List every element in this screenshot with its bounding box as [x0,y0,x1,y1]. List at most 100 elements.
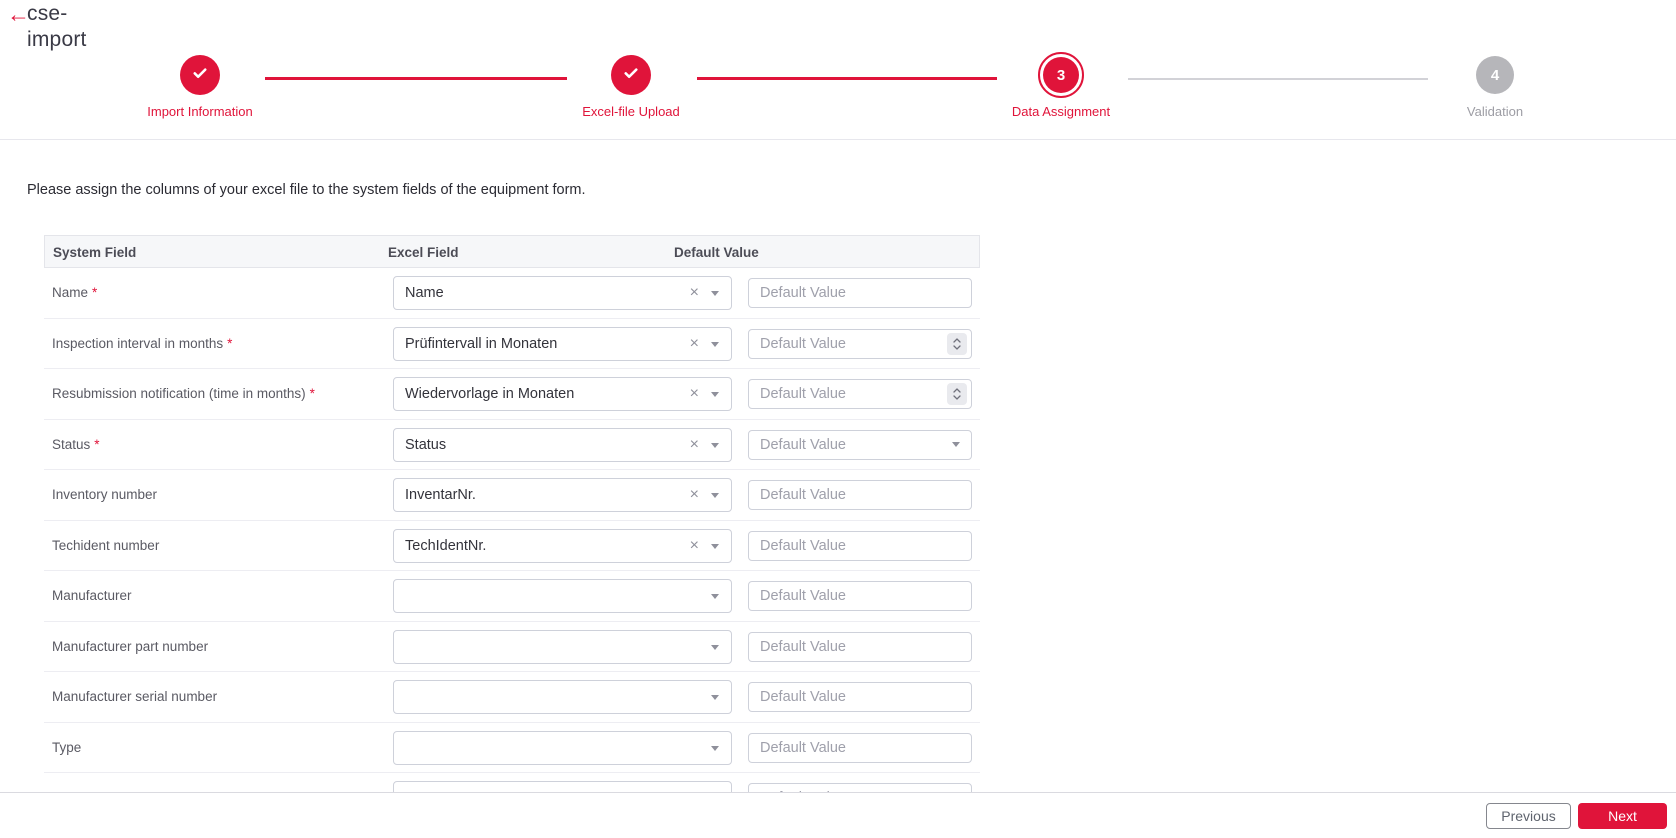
default-value-cell [748,581,972,611]
system-field-cell: Status * [52,420,100,470]
check-icon [622,64,640,87]
column-header-system-field: System Field [53,245,137,260]
excel-field-select[interactable]: Status × [393,427,732,462]
check-icon [191,64,209,87]
excel-field-select[interactable]: × [393,680,732,714]
chevron-down-icon [711,644,719,650]
clear-icon[interactable]: × [686,328,703,359]
default-value-cell [748,530,972,561]
system-field-label: Manufacturer [52,588,132,604]
excel-field-selected-value: Wiedervorlage in Monaten [405,386,575,402]
table-row: Manufacturer serial number × [44,672,980,723]
system-field-label: Manufacturer serial number [52,689,218,705]
default-value-input[interactable] [748,530,972,561]
table-row: Status * Status × [44,420,980,470]
chevron-down-icon [711,695,719,700]
system-field-label: Techident number [52,537,160,553]
default-value-input[interactable] [748,379,972,409]
default-value-cell [748,682,972,712]
chevron-down-icon [711,392,719,397]
previous-button[interactable]: Previous [1486,803,1571,829]
excel-field-select[interactable]: InventarNr. × [393,478,732,512]
default-value-cell [748,631,972,662]
excel-field-selected-value: Status [405,436,447,453]
default-value-input[interactable] [748,480,972,510]
system-field-cell: Resubmission notification (time in month… [52,369,315,419]
step-2-circle[interactable] [611,55,651,95]
clear-icon[interactable]: × [686,378,703,409]
excel-field-select[interactable]: TechIdentNr. × [393,528,732,563]
excel-field-select[interactable]: Name × [393,276,732,310]
step-2-label: Excel-file Upload [582,104,680,119]
step-3-number: 3 [1043,57,1079,93]
system-field-label: Manufacturer part number [52,638,209,654]
table-row: Resubmission notification (time in month… [44,369,980,420]
clear-icon[interactable]: × [686,277,703,308]
excel-field-selected-value: TechIdentNr. [405,537,487,554]
default-value-input[interactable] [748,429,972,460]
table-row: × [44,773,980,792]
number-spinner[interactable] [947,332,967,355]
number-spinner[interactable] [947,383,967,405]
step-1-label: Import Information [147,104,253,119]
chevron-down-icon [711,543,719,549]
field-mapping-table: System Field Excel Field Default Value N… [44,235,980,792]
clear-icon[interactable]: × [686,429,703,460]
step-3-label: Data Assignment [1011,104,1111,119]
step-connector-upcoming [1128,78,1428,80]
chevron-down-icon [711,341,719,347]
system-field-label: Inspection interval in months [52,335,224,351]
table-row: Type × [44,723,980,773]
clear-icon[interactable]: × [686,479,703,510]
chevron-up-icon [953,388,961,393]
system-field-cell: Name * [52,268,97,318]
chevron-down-icon [711,442,719,448]
default-value-input[interactable] [748,783,972,792]
column-header-default-value: Default Value [674,245,759,260]
required-asterisk: * [227,335,233,351]
excel-field-select[interactable]: Wiedervorlage in Monaten × [393,377,732,411]
header-divider [0,139,1676,140]
default-value-input[interactable] [748,581,972,611]
table-row: Manufacturer × [44,571,980,622]
required-asterisk: * [92,285,98,301]
table-header-row: System Field Excel Field Default Value [44,235,980,268]
system-field-cell: Inventory number [52,470,157,520]
chevron-down-icon [952,441,960,447]
column-header-excel-field: Excel Field [388,245,459,260]
system-field-label: Name [52,285,89,301]
excel-field-select[interactable]: × [393,579,732,613]
excel-field-select[interactable]: Prüfintervall in Monaten × [393,326,732,361]
chevron-down-icon [953,395,961,400]
step-4-circle: 4 [1476,56,1514,94]
default-value-input[interactable] [748,631,972,662]
default-value-input[interactable] [748,278,972,308]
excel-field-selected-value: Name [405,285,444,301]
table-row: Manufacturer part number × [44,622,980,672]
step-1-circle[interactable] [180,55,220,95]
excel-field-select[interactable]: × [393,781,732,792]
table-body: Name * Name × Inspection interval in mon… [44,268,980,792]
chevron-down-icon [711,291,719,296]
table-row: Techident number TechIdentNr. × [44,521,980,571]
default-value-input[interactable] [748,682,972,712]
chevron-down-icon [711,745,719,751]
excel-field-select[interactable]: × [393,629,732,664]
next-button[interactable]: Next [1578,803,1667,829]
default-value-input[interactable] [748,732,972,763]
excel-field-select[interactable]: × [393,730,732,765]
step-3-circle[interactable]: 3 [1038,52,1084,98]
default-value-cell [748,328,972,359]
step-connector-done [697,77,997,80]
wizard-stepper: 3 4 Import Information Excel-file Upload… [0,0,1676,139]
instruction-text: Please assign the columns of your excel … [27,182,586,198]
default-value-input[interactable] [748,328,972,359]
default-value-cell [748,379,972,409]
system-field-label: Inventory number [52,487,158,503]
footer-action-bar: Previous Next [0,792,1676,838]
required-asterisk: * [94,436,100,452]
system-field-cell: Techident number [52,521,159,571]
system-field-label: Status [52,436,91,452]
clear-icon[interactable]: × [686,530,703,561]
excel-field-selected-value: Prüfintervall in Monaten [405,335,558,352]
